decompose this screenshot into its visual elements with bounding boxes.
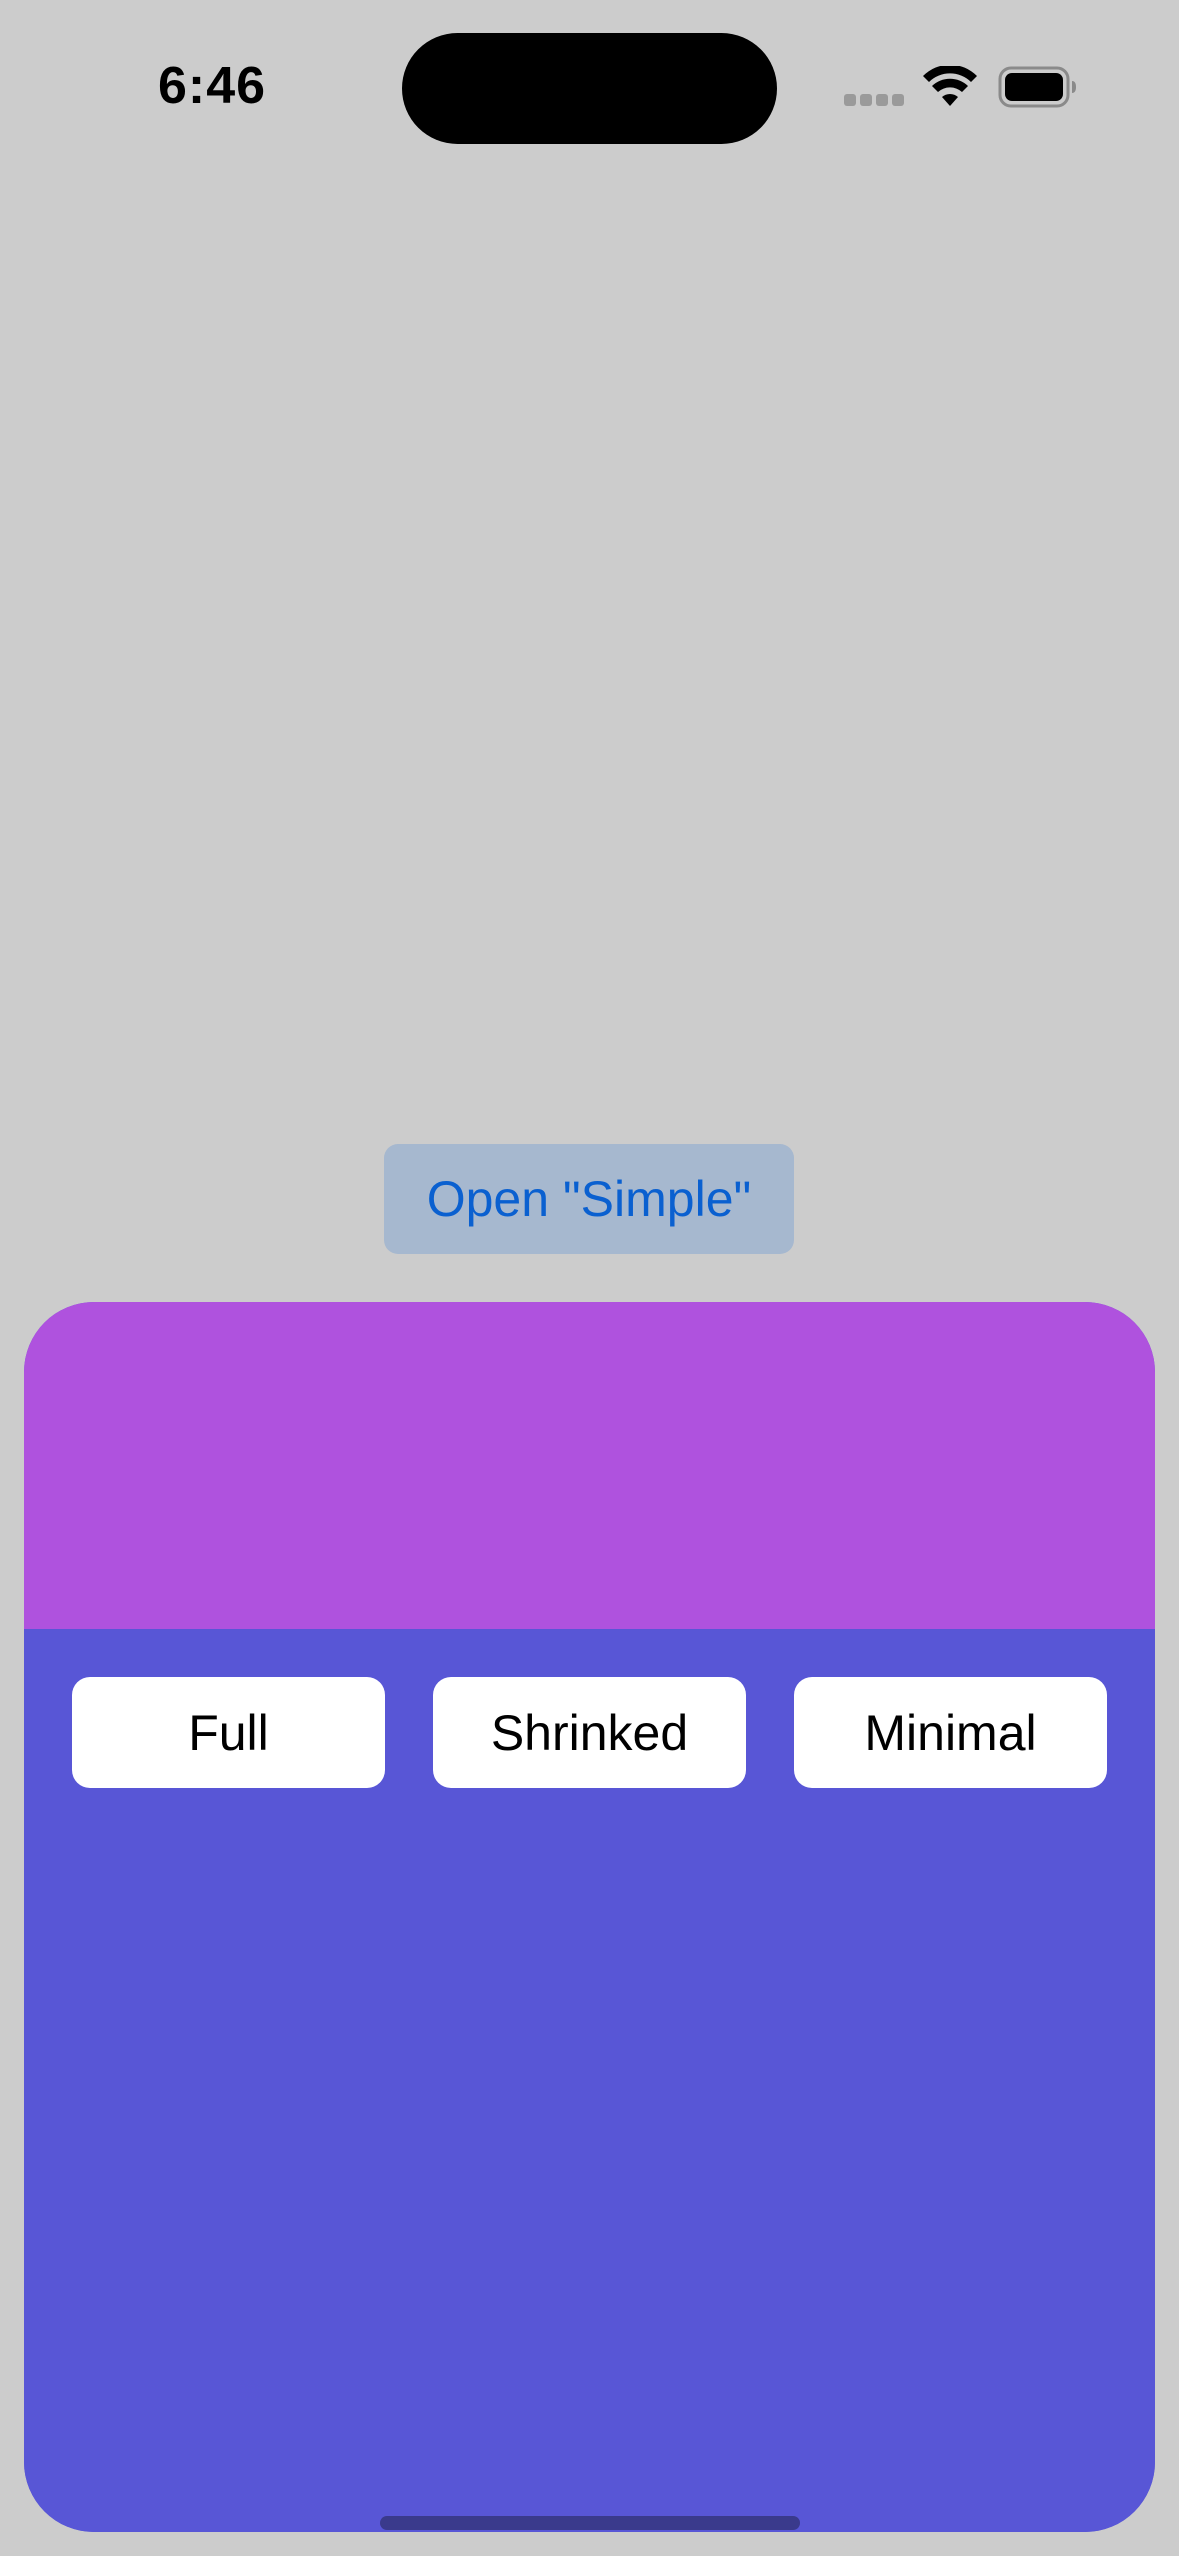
minimal-button[interactable]: Minimal <box>794 1677 1107 1788</box>
sheet-body: Full Shrinked Minimal <box>24 1629 1155 2532</box>
status-time: 6:46 <box>158 57 267 115</box>
home-indicator <box>380 2516 800 2530</box>
battery-icon <box>998 66 1076 108</box>
full-button[interactable]: Full <box>72 1677 385 1788</box>
signal-icon <box>844 94 904 108</box>
shrinked-button[interactable]: Shrinked <box>433 1677 746 1788</box>
bottom-sheet: Full Shrinked Minimal <box>24 1302 1155 2532</box>
open-simple-button[interactable]: Open "Simple" <box>384 1144 794 1254</box>
sheet-header[interactable] <box>24 1302 1155 1629</box>
dynamic-island <box>402 33 777 144</box>
wifi-icon <box>923 66 977 106</box>
